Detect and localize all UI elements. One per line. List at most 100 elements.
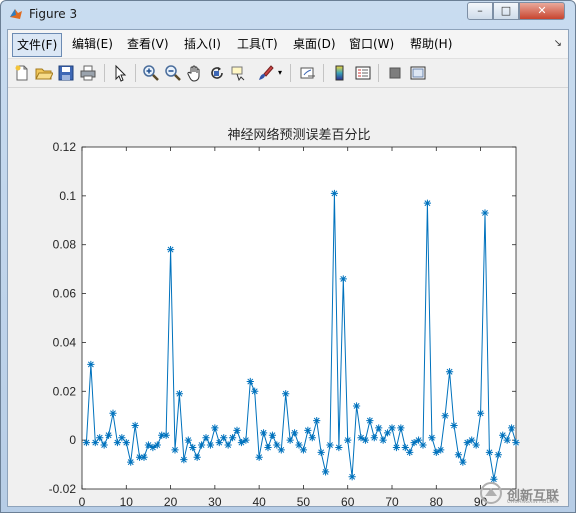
menu-window[interactable]: 窗口(W) bbox=[345, 35, 398, 53]
watermark-logo-icon bbox=[480, 482, 502, 504]
save-icon[interactable] bbox=[57, 64, 75, 82]
data-point-marker bbox=[202, 434, 210, 442]
y-tick-label: 0.02 bbox=[53, 384, 77, 398]
plot-area: 神经网络预测误差百分比 -0.02 0 0.02 0.04 0.06 0.08 0.1 0.12… bbox=[8, 88, 568, 509]
new-figure-icon[interactable] bbox=[13, 64, 31, 82]
data-point-marker bbox=[388, 424, 396, 432]
data-point-marker bbox=[224, 441, 232, 449]
menu-file[interactable]: 文件(F) bbox=[12, 33, 63, 57]
menu-view[interactable]: 查看(V) bbox=[123, 35, 173, 53]
show-plot-tools-icon[interactable] bbox=[409, 64, 427, 82]
data-point-marker bbox=[321, 468, 330, 476]
watermark: 创新互联 CHUANGXIN HULIAN bbox=[477, 479, 573, 507]
data-point-marker bbox=[140, 453, 148, 461]
toolbar-separator bbox=[323, 64, 324, 82]
data-point-marker bbox=[246, 377, 254, 386]
data-point-marker bbox=[379, 436, 387, 444]
x-tick-label: 50 bbox=[297, 495, 311, 506]
data-point-marker bbox=[308, 434, 316, 442]
menu-desktop[interactable]: 桌面(D) bbox=[289, 35, 340, 53]
data-point-marker bbox=[503, 436, 511, 444]
legend-icon[interactable] bbox=[354, 64, 372, 82]
data-point-marker bbox=[437, 446, 445, 454]
colorbar-icon[interactable] bbox=[331, 64, 349, 82]
error-line-chart[interactable]: 神经网络预测误差百分比-0.0200.020.040.060.080.10.12… bbox=[8, 88, 568, 509]
hide-plot-tools-icon[interactable] bbox=[386, 64, 404, 82]
data-point-marker bbox=[286, 436, 294, 444]
x-tick-label: 40 bbox=[252, 495, 266, 506]
data-point-marker bbox=[259, 429, 268, 437]
menu-bar: 文件(F) 编辑(E) 查看(V) 插入(I) 工具(T) 桌面(D) 窗口(W… bbox=[8, 30, 568, 58]
data-point-marker bbox=[109, 409, 117, 417]
menu-insert[interactable]: 插入(I) bbox=[180, 35, 225, 53]
menu-tools[interactable]: 工具(T) bbox=[233, 35, 282, 53]
x-tick-label: 60 bbox=[341, 495, 355, 506]
pointer-icon[interactable] bbox=[111, 64, 129, 82]
x-tick-label: 70 bbox=[385, 495, 399, 506]
data-point-marker bbox=[441, 412, 449, 420]
link-plot-icon[interactable] bbox=[299, 64, 317, 82]
figure-client-area: 文件(F) 编辑(E) 查看(V) 插入(I) 工具(T) 桌面(D) 窗口(W… bbox=[7, 29, 569, 509]
y-tick-label: 0.12 bbox=[53, 140, 77, 154]
x-tick-label: 10 bbox=[120, 495, 134, 506]
brush-dropdown-icon[interactable]: ▾ bbox=[276, 64, 284, 82]
maximize-button[interactable]: □ bbox=[493, 2, 519, 20]
data-point-marker bbox=[87, 360, 95, 369]
data-cursor-icon[interactable] bbox=[230, 64, 248, 82]
data-point-marker bbox=[277, 446, 285, 454]
matlab-app-icon bbox=[10, 9, 22, 19]
data-point-marker bbox=[472, 441, 480, 449]
data-point-marker bbox=[481, 209, 489, 217]
brush-icon[interactable] bbox=[256, 64, 274, 82]
data-point-marker bbox=[299, 446, 308, 454]
data-point-marker bbox=[255, 453, 263, 461]
zoom-out-icon[interactable] bbox=[164, 64, 182, 82]
data-point-marker bbox=[326, 441, 334, 449]
data-point-marker bbox=[175, 390, 184, 398]
data-point-marker bbox=[171, 446, 179, 454]
data-point-marker bbox=[197, 441, 206, 449]
data-point-marker bbox=[96, 434, 104, 442]
x-tick-label: 0 bbox=[79, 495, 86, 506]
title-bar[interactable]: Figure 3 – □ ✕ bbox=[1, 1, 575, 29]
data-point-marker bbox=[330, 189, 339, 198]
y-tick-label: 0.04 bbox=[53, 335, 77, 349]
data-point-marker bbox=[450, 421, 458, 430]
data-point-marker bbox=[220, 434, 228, 442]
pan-hand-icon[interactable] bbox=[186, 64, 204, 82]
data-point-marker bbox=[494, 451, 502, 459]
chart-title: 神经网络预测误差百分比 bbox=[227, 127, 370, 143]
data-point-marker bbox=[361, 436, 370, 444]
data-point-marker bbox=[352, 402, 361, 410]
data-point-marker bbox=[282, 390, 290, 398]
data-point-marker bbox=[131, 421, 139, 430]
print-icon[interactable] bbox=[79, 64, 97, 82]
toolbar-separator bbox=[135, 64, 136, 82]
menu-edit[interactable]: 编辑(E) bbox=[68, 35, 117, 53]
data-point-marker bbox=[304, 426, 312, 434]
x-tick-label: 20 bbox=[164, 495, 178, 506]
data-point-marker bbox=[100, 441, 108, 449]
menu-overflow-icon[interactable]: ↘ bbox=[554, 38, 562, 49]
y-tick-label: 0.08 bbox=[53, 238, 77, 252]
data-point-marker bbox=[313, 417, 321, 425]
data-point-marker bbox=[233, 426, 241, 434]
axes-box bbox=[81, 146, 517, 490]
zoom-in-icon[interactable] bbox=[142, 64, 160, 82]
menu-help[interactable]: 帮助(H) bbox=[406, 35, 456, 53]
y-tick-label: -0.02 bbox=[49, 482, 77, 496]
data-point-marker bbox=[153, 441, 161, 449]
data-point-marker bbox=[211, 424, 219, 432]
rotate-3d-icon[interactable] bbox=[208, 64, 226, 82]
data-point-marker bbox=[454, 451, 463, 459]
y-tick-label: 0 bbox=[69, 433, 76, 447]
data-point-marker bbox=[459, 458, 467, 466]
data-point-marker bbox=[82, 438, 91, 447]
data-point-marker bbox=[344, 436, 352, 444]
minimize-button[interactable]: – bbox=[467, 2, 493, 20]
close-button[interactable]: ✕ bbox=[519, 2, 565, 20]
data-point-marker bbox=[485, 448, 494, 456]
open-file-icon[interactable] bbox=[35, 64, 53, 82]
data-point-marker bbox=[127, 458, 135, 466]
y-tick-label: 0.06 bbox=[53, 287, 77, 301]
